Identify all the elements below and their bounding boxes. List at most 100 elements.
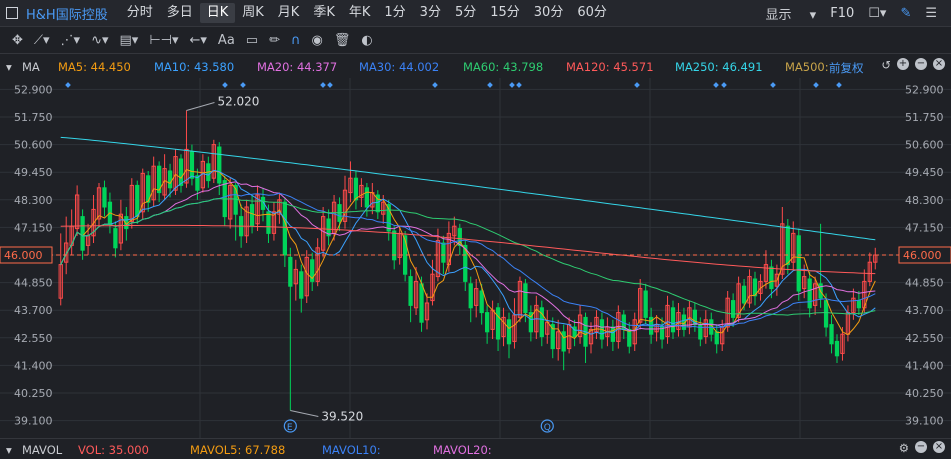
candle-body (730, 300, 736, 318)
ma-legend-item: MA120: 45.571 (566, 60, 654, 74)
vol-legend-item: MAVOL5: 67.788 (190, 443, 286, 457)
candle-body (217, 146, 222, 184)
candle-body (80, 216, 85, 251)
close-icon[interactable]: × (933, 441, 945, 453)
candle-body (714, 331, 719, 345)
period-tab[interactable]: 30分 (527, 3, 571, 23)
fq-label[interactable]: 前复权 (829, 60, 864, 76)
measure-icon[interactable]: ⊢⊣▾ (149, 33, 178, 48)
vol-controls: ⚙ − × (899, 441, 945, 455)
signal-marker (509, 82, 515, 88)
y-tick-label-right: 51.750 (905, 111, 944, 124)
period-tab[interactable]: 1分 (377, 3, 412, 23)
current-price-label-right: 46.000 (903, 249, 942, 262)
candle-body (610, 326, 616, 342)
period-tab[interactable]: 60分 (570, 3, 614, 23)
draw-pen-icon[interactable]: ✎ (900, 6, 911, 21)
current-price-label-left: 46.000 (4, 249, 43, 262)
wave-icon[interactable]: ∿▾ (91, 33, 108, 48)
line-draw-icon[interactable]: ⟋▾ (34, 33, 50, 48)
y-tick-label-left: 50.600 (14, 139, 53, 152)
candle-body (441, 242, 446, 263)
candle-body (769, 266, 774, 290)
high-annotation-label: 52.020 (217, 95, 259, 109)
y-tick-label-right: 47.150 (905, 221, 944, 234)
low-annotation-leader (290, 410, 319, 418)
square-dropdown-icon[interactable]: ☐▾ (868, 6, 886, 21)
settings-icon[interactable]: ⚙ (899, 441, 909, 455)
remove-icon[interactable]: − (915, 58, 927, 70)
menu-icon[interactable]: ☰ (925, 6, 937, 21)
period-tab[interactable]: 15分 (483, 3, 527, 23)
candle-body (856, 300, 862, 309)
ma-legend-item: MA30: 44.002 (359, 60, 440, 74)
period-tab[interactable]: 多日 (160, 3, 200, 23)
candlestick-chart[interactable]: 52.900 52.900 51.750 51.750 50.600 50.600 49.4… (0, 78, 951, 438)
period-tab[interactable]: 年K (342, 3, 378, 23)
candle-body (484, 312, 490, 333)
display-dropdown[interactable]: 显示 ▾ (766, 4, 817, 23)
period-tab[interactable]: 周K (235, 3, 271, 23)
toggle-icon[interactable]: ◐ (361, 33, 372, 48)
y-tick-label-left: 52.900 (14, 83, 53, 96)
layout-icon[interactable] (6, 7, 18, 19)
y-tick-label-left: 39.100 (14, 415, 53, 428)
add-icon[interactable]: + (897, 58, 909, 70)
arrow-icon[interactable]: ←▾ (190, 33, 207, 48)
period-tab[interactable]: 分时 (120, 3, 160, 23)
f10-button[interactable]: F10 (830, 6, 854, 21)
period-tab[interactable]: 月K (271, 3, 307, 23)
period-tab[interactable]: 日K (199, 3, 236, 23)
y-tick-label-right: 48.300 (905, 194, 944, 207)
candle-body (627, 328, 632, 347)
signal-marker (432, 82, 438, 88)
trash-icon[interactable]: 🗑 (334, 33, 351, 48)
candle-body (419, 283, 424, 323)
ma-legend-item: MA250: 46.491 (675, 60, 763, 74)
comment-icon[interactable]: ▭ (246, 33, 258, 48)
signal-marker (836, 82, 842, 88)
close-icon[interactable]: × (933, 58, 945, 70)
magnet-icon[interactable]: ∩ (291, 33, 301, 48)
candle-body (135, 184, 140, 218)
signal-marker (770, 82, 776, 88)
ma120-line (60, 224, 876, 275)
channel-icon[interactable]: ⋰▾ (61, 33, 81, 48)
stock-name[interactable]: H&H国际控股 (26, 4, 108, 23)
ma-controls: ↺ + − × (881, 58, 945, 72)
crosshair-icon[interactable]: ✥ (12, 33, 23, 48)
ma-legend-bar: ▾ MA MA5: 44.450 MA10: 43.580 MA20: 44.377… (0, 55, 951, 79)
ma-legend-item: MA5: 44.450 (58, 60, 131, 74)
collapse-icon[interactable]: ▾ (6, 60, 12, 74)
y-tick-label-right: 43.700 (905, 304, 944, 317)
fib-icon[interactable]: ▤▾ (120, 33, 139, 48)
period-tab[interactable]: 季K (306, 3, 342, 23)
pencil-icon[interactable]: ✏ (269, 33, 280, 48)
reset-icon[interactable]: ↺ (881, 58, 891, 72)
candle-body (829, 324, 834, 345)
candle-body (288, 256, 293, 287)
ma-label[interactable]: MA (22, 60, 40, 74)
y-tick-label-right: 44.850 (905, 277, 944, 290)
y-tick-label-left: 40.250 (14, 387, 53, 400)
text-icon[interactable]: Aa (218, 33, 235, 48)
candle-body (353, 177, 359, 201)
event-marker-label: Q (544, 423, 551, 433)
signal-marker (65, 82, 71, 88)
y-tick-label-left: 41.400 (14, 359, 53, 372)
y-tick-label-left: 44.850 (14, 277, 53, 290)
collapse-icon[interactable]: ▾ (6, 443, 12, 457)
signal-marker (721, 82, 727, 88)
candle-body (178, 158, 184, 186)
candle-body (113, 228, 118, 249)
period-tab[interactable]: 3分 (413, 3, 448, 23)
remove-icon[interactable]: − (915, 441, 927, 453)
top-bar: H&H国际控股 分时 多日 日K 周K 月K 季K 年K 1分 3分 5分 15分 30分 60分 显示… (0, 0, 951, 27)
candle-body (643, 290, 648, 318)
period-tab[interactable]: 5分 (448, 3, 483, 23)
mavol-label[interactable]: MAVOL (22, 443, 62, 457)
signal-marker (327, 82, 333, 88)
ma20-line (60, 181, 876, 332)
eye-icon[interactable]: ◉ (312, 33, 323, 48)
vol-legend-item: MAVOL10: (322, 443, 381, 457)
